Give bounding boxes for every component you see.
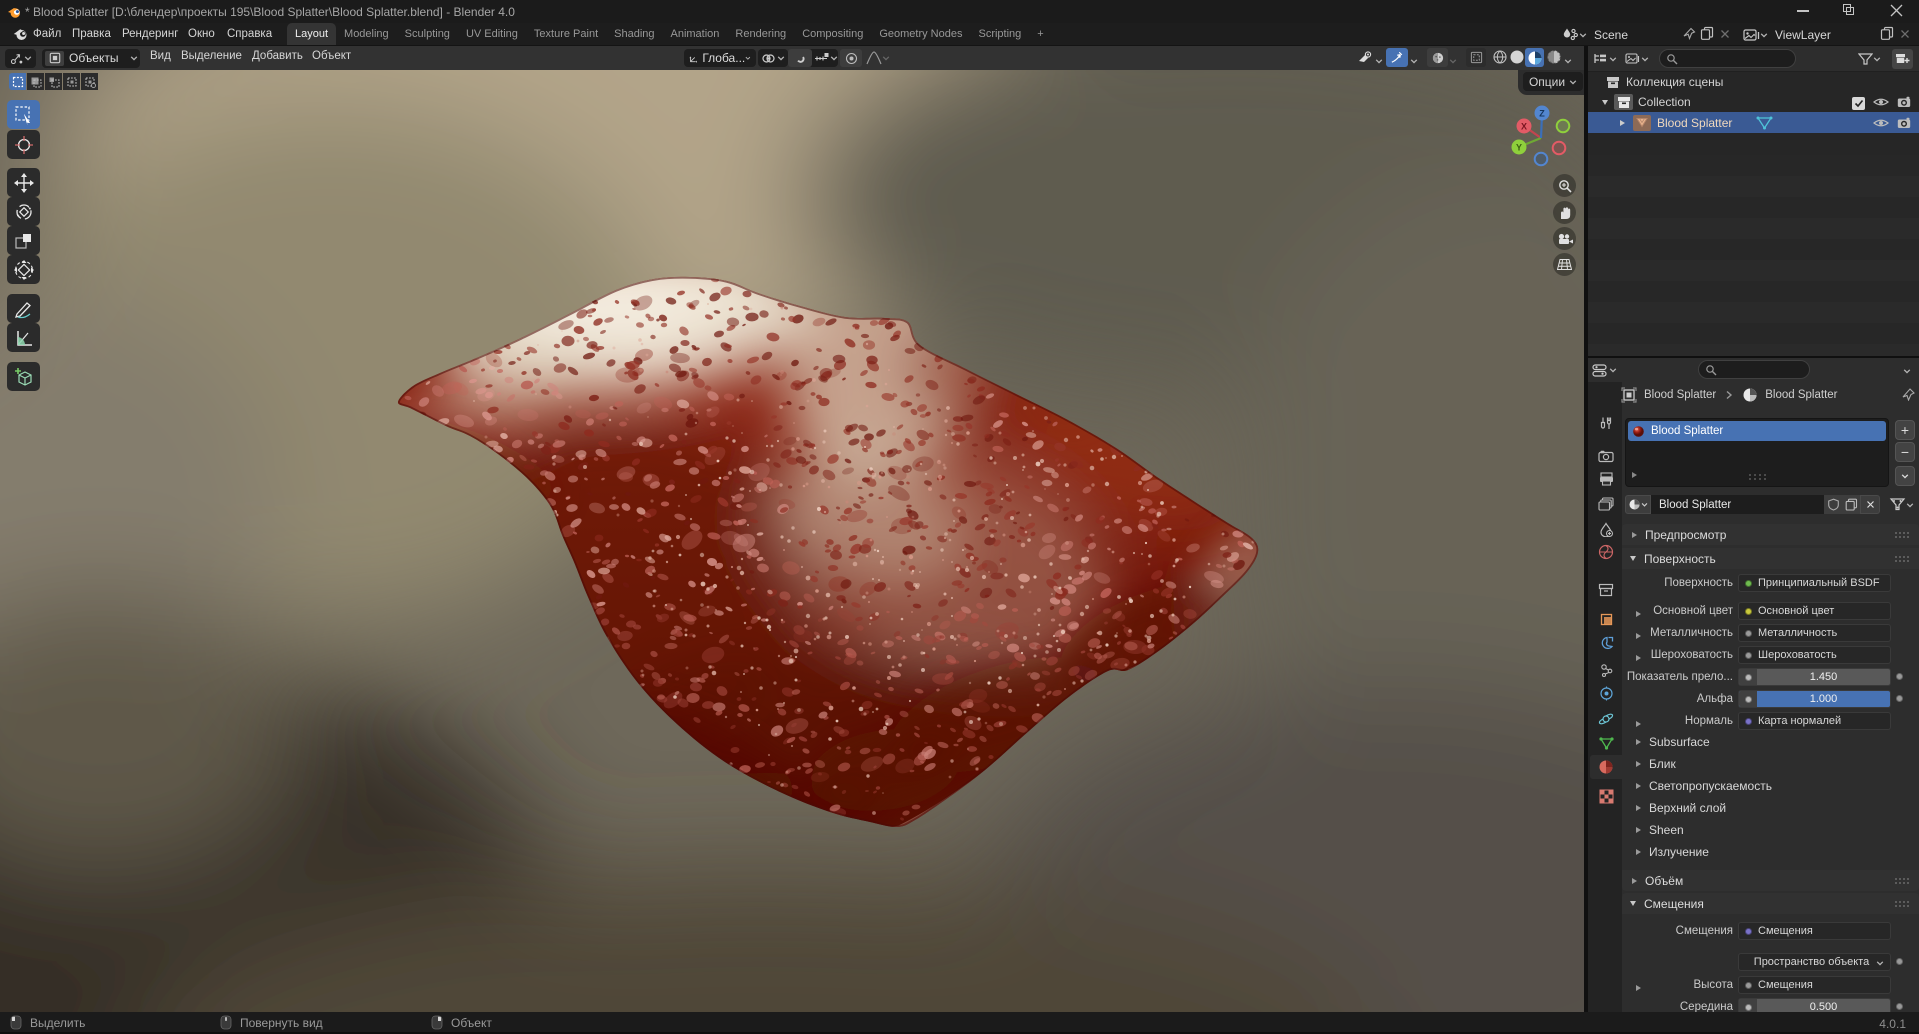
svg-text:X: X (1521, 122, 1527, 132)
svg-text:Y: Y (1516, 143, 1522, 153)
svg-text:Z: Z (1539, 109, 1545, 119)
